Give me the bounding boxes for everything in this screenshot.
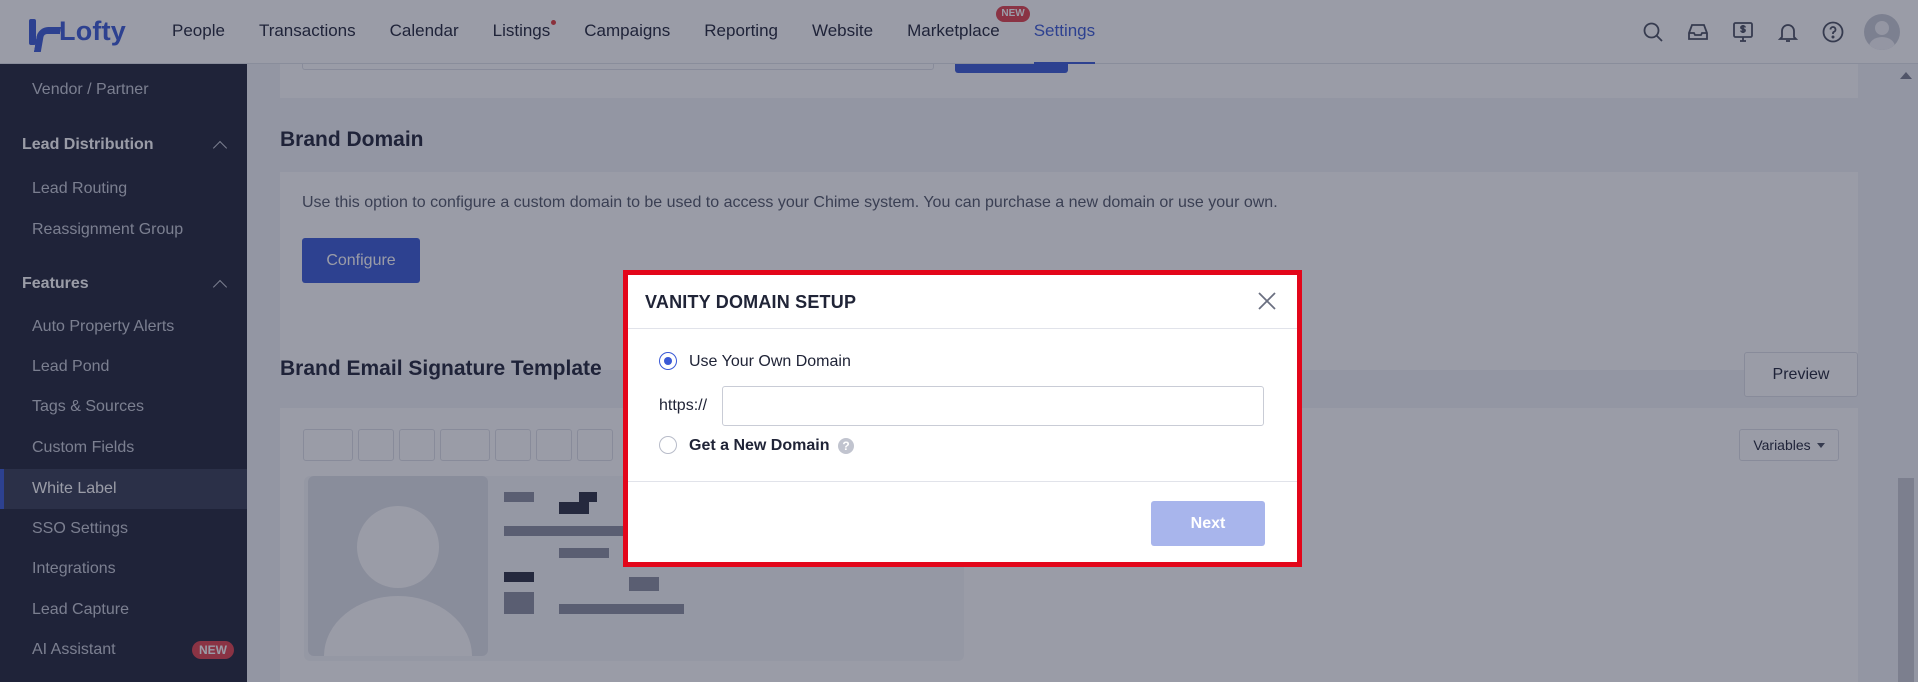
get-new-domain-radio[interactable] [659, 436, 677, 454]
question-icon[interactable]: ? [838, 438, 854, 454]
modal-header: VANITY DOMAIN SETUP [628, 275, 1297, 329]
close-icon[interactable] [1255, 289, 1279, 313]
vanity-domain-modal: VANITY DOMAIN SETUP Use Your Own Domain … [623, 270, 1302, 567]
modal-divider [628, 481, 1297, 482]
use-own-domain-radio[interactable] [659, 352, 677, 370]
use-own-domain-label[interactable]: Use Your Own Domain [689, 353, 851, 371]
https-prefix: https:// [659, 397, 708, 414]
modal-title: VANITY DOMAIN SETUP [645, 292, 857, 312]
next-button[interactable]: Next [1151, 501, 1265, 546]
domain-input[interactable] [722, 386, 1264, 426]
get-new-domain-label[interactable]: Get a New Domain [689, 437, 829, 455]
